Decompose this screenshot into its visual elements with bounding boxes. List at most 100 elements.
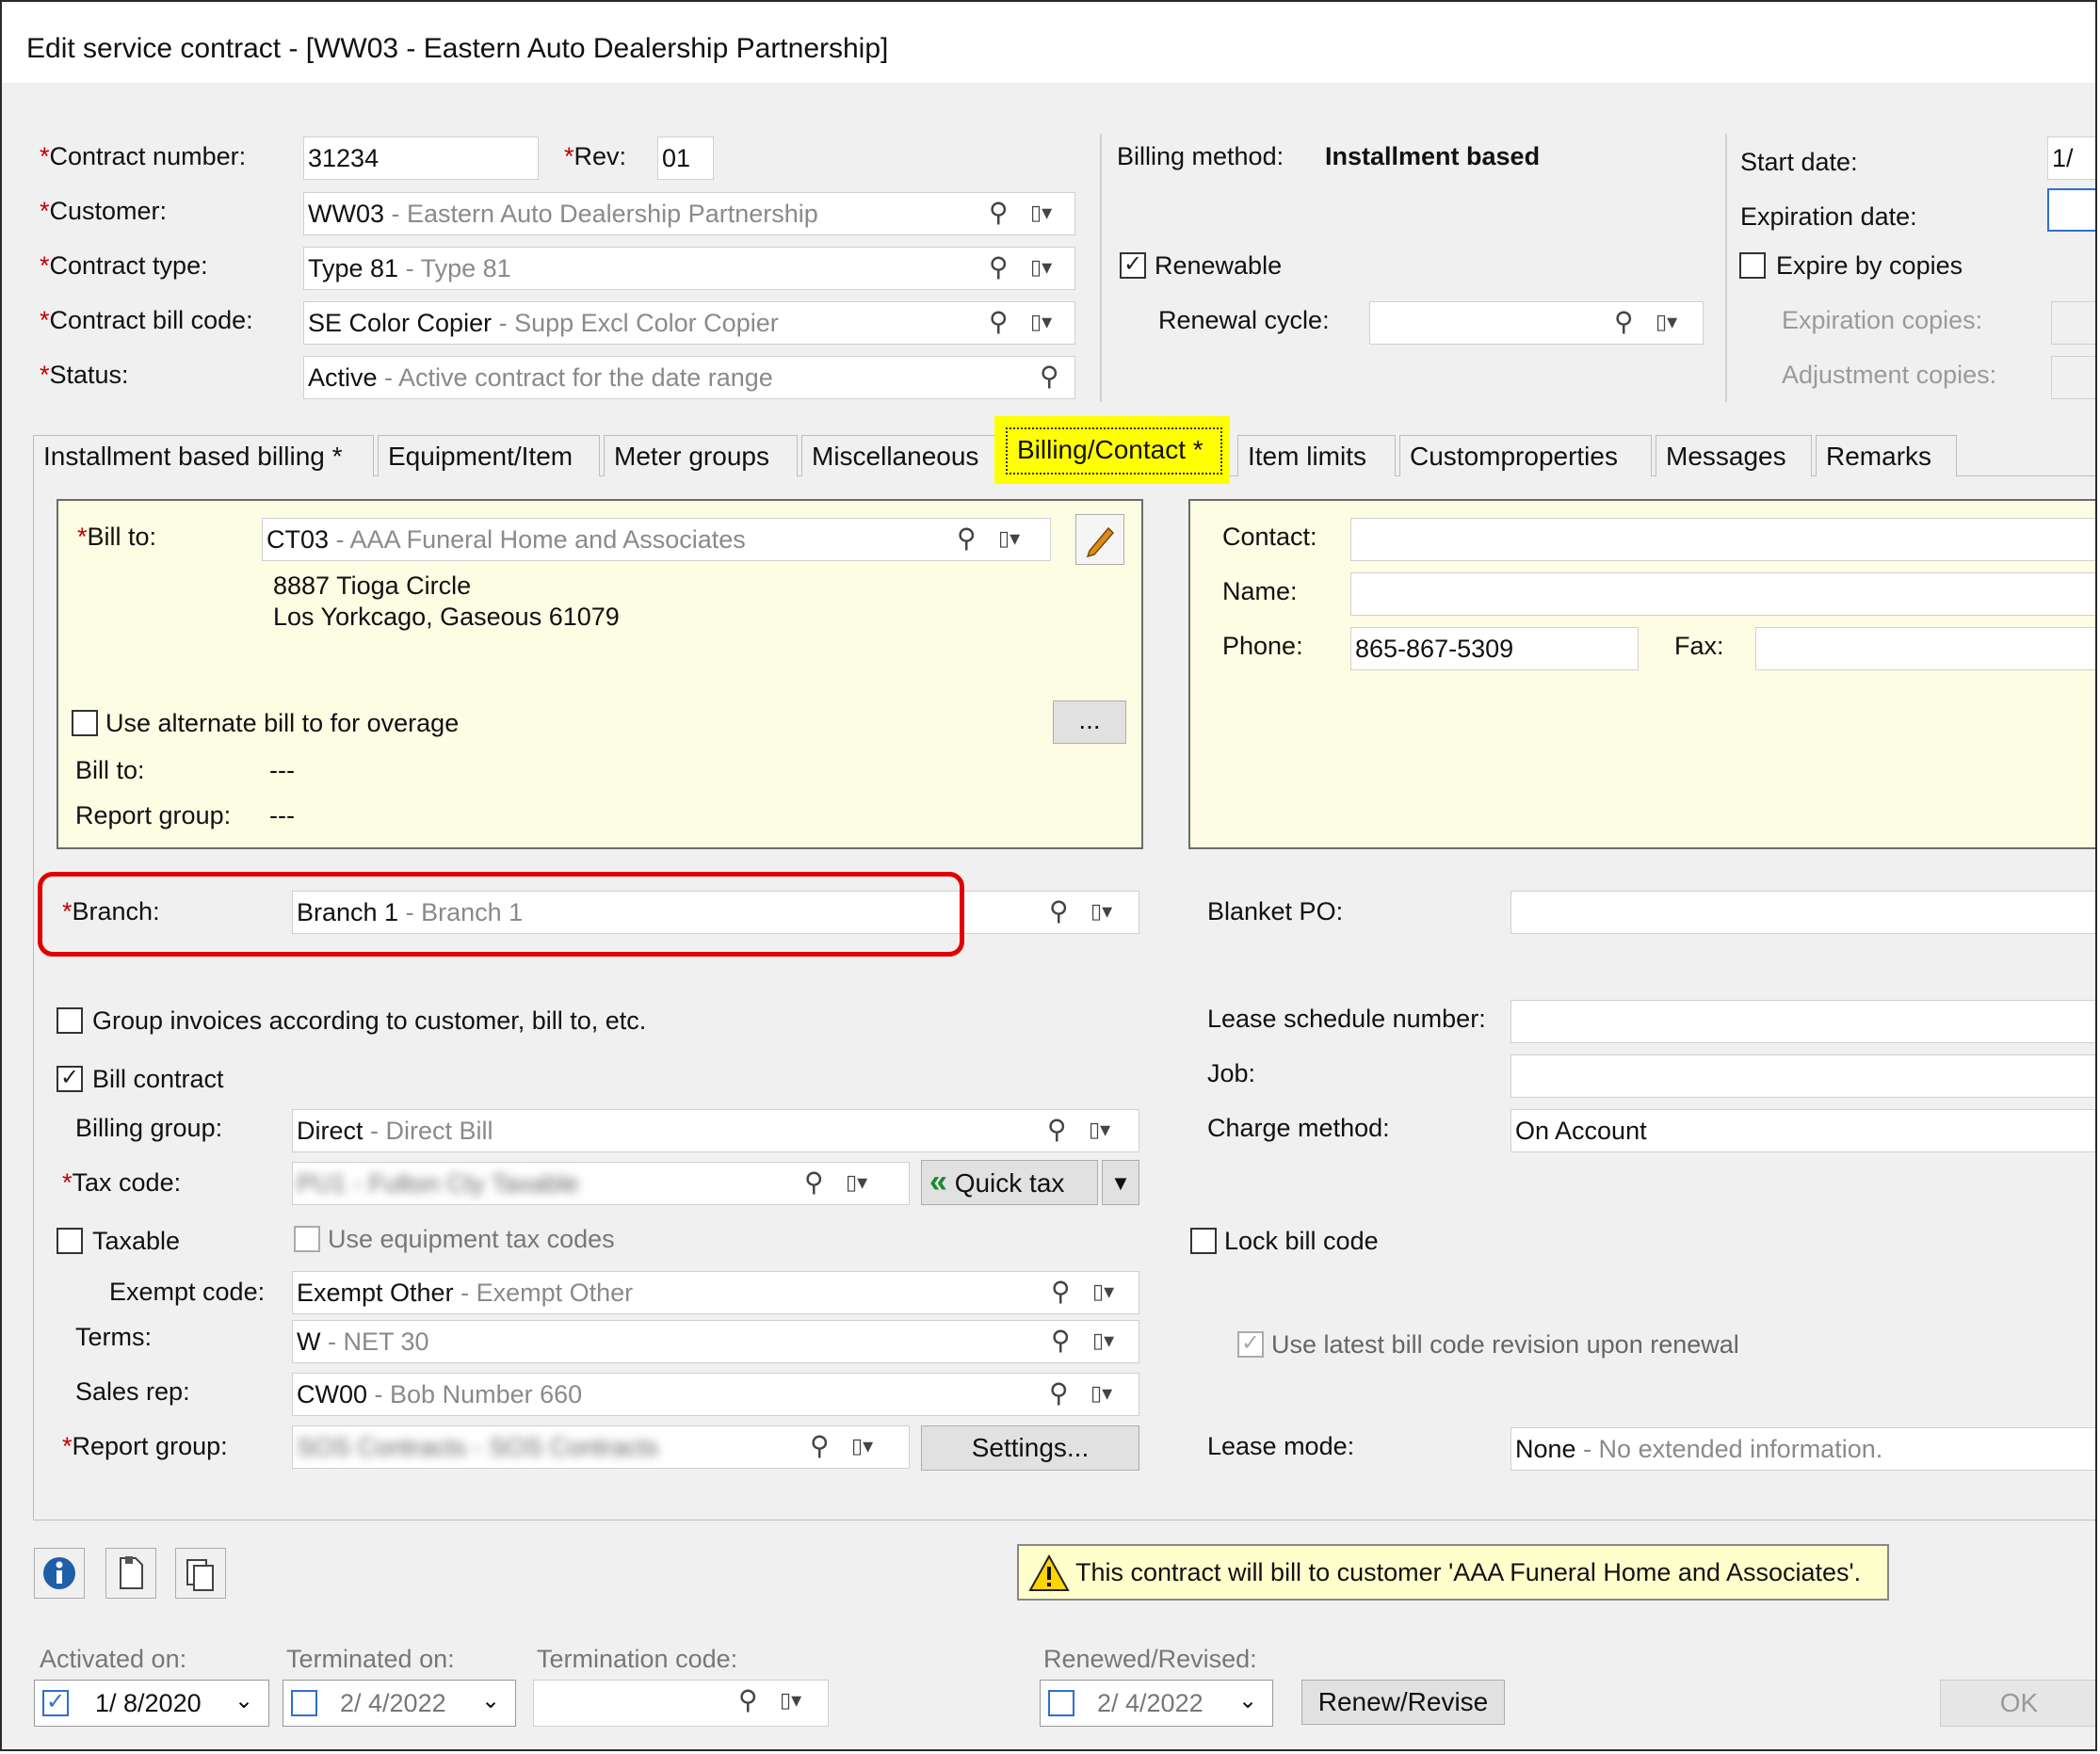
expiration-copies-input[interactable] <box>2051 301 2095 345</box>
ok-button[interactable]: OK <box>1940 1680 2095 1727</box>
document-button[interactable] <box>105 1548 156 1599</box>
contract-type-field[interactable]: Type 81 - Type 81 <box>303 247 1075 290</box>
caret-down-icon: ▼ <box>1110 1171 1131 1195</box>
contact-input[interactable] <box>1350 518 2095 561</box>
lock-bill-code-checkbox[interactable] <box>1190 1228 1217 1254</box>
contract-type-label: *Contract type: <box>40 251 208 280</box>
renewal-cycle-search-icon[interactable]: ⚲ <box>1614 303 1634 341</box>
exempt-code-flag-dropdown-icon[interactable]: ▯▾ <box>1092 1273 1114 1311</box>
renewal-cycle-field[interactable] <box>1369 301 1704 345</box>
billing-group-field[interactable]: Direct - Direct Bill <box>292 1109 1139 1152</box>
name-input[interactable] <box>1350 572 2095 616</box>
tax-code-flag-dropdown-icon[interactable]: ▯▾ <box>846 1164 867 1201</box>
tab-miscellaneous[interactable]: Miscellaneous <box>801 435 999 476</box>
tab-meter-groups[interactable]: Meter groups <box>604 435 798 476</box>
bill-to-flag-dropdown-icon[interactable]: ▯▾ <box>998 520 1020 557</box>
warning-icon <box>1028 1553 1070 1591</box>
customer-search-icon[interactable]: ⚲ <box>989 194 1009 232</box>
activated-on-date-picker[interactable]: ✓ 1/ 8/2020 ⌄ <box>34 1680 269 1727</box>
tab-item-limits[interactable]: Item limits <box>1237 435 1396 476</box>
exempt-code-field[interactable]: Exempt Other - Exempt Other <box>292 1271 1139 1314</box>
exempt-code-search-icon[interactable]: ⚲ <box>1051 1273 1071 1311</box>
billing-group-search-icon[interactable]: ⚲ <box>1047 1111 1067 1149</box>
quick-tax-button[interactable]: « Quick tax <box>921 1160 1098 1205</box>
tab-installment-based-billing[interactable]: Installment based billing * <box>33 435 374 476</box>
report-group-search-icon[interactable]: ⚲ <box>810 1427 830 1465</box>
terms-flag-dropdown-icon[interactable]: ▯▾ <box>1092 1322 1114 1360</box>
renewed-revised-date-picker[interactable]: 2/ 4/2022 ⌄ <box>1040 1680 1273 1727</box>
bill-to-field[interactable]: CT03 - AAA Funeral Home and Associates <box>262 518 1051 561</box>
termination-code-search-icon[interactable]: ⚲ <box>738 1682 758 1719</box>
renewable-checkbox[interactable]: ✓ <box>1120 252 1146 279</box>
fax-input[interactable] <box>1755 627 2095 670</box>
contract-bill-code-field[interactable]: SE Color Copier - Supp Excl Color Copier <box>303 301 1075 345</box>
chevron-down-icon[interactable]: ⌄ <box>1238 1681 1257 1722</box>
tab-remarks[interactable]: Remarks <box>1816 435 1957 476</box>
edit-bill-to-button[interactable] <box>1075 514 1124 565</box>
status-search-icon[interactable]: ⚲ <box>1040 358 1059 395</box>
bill-contract-checkbox[interactable]: ✓ <box>57 1066 83 1092</box>
contract-bill-code-search-icon[interactable]: ⚲ <box>989 303 1009 341</box>
contract-type-flag-dropdown-icon[interactable]: ▯▾ <box>1030 249 1052 286</box>
contract-number-input[interactable]: 31234 <box>303 137 539 180</box>
quick-tax-dropdown-button[interactable]: ▼ <box>1102 1160 1139 1205</box>
info-button[interactable] <box>34 1548 85 1599</box>
expire-by-copies-checkbox[interactable] <box>1739 252 1766 279</box>
copy-icon <box>186 1559 214 1591</box>
use-latest-bill-code-checkbox[interactable]: ✓ <box>1237 1331 1264 1358</box>
expiration-date-input[interactable] <box>2047 188 2095 232</box>
group-invoices-checkbox[interactable] <box>57 1007 83 1034</box>
use-alternate-bill-to-checkbox[interactable] <box>72 710 98 736</box>
renew-revise-button[interactable]: Renew/Revise <box>1301 1680 1505 1725</box>
terms-field[interactable]: W - NET 30 <box>292 1320 1139 1363</box>
bill-to-address-line2: Los Yorkcago, Gaseous 61079 <box>273 603 620 631</box>
bill-to-search-icon[interactable]: ⚲ <box>957 520 977 557</box>
adjustment-copies-input[interactable] <box>2051 356 2095 399</box>
chevron-down-icon[interactable]: ⌄ <box>481 1681 500 1722</box>
lease-mode-label: Lease mode: <box>1207 1432 1355 1460</box>
activated-on-checkbox[interactable]: ✓ <box>42 1690 69 1716</box>
chevron-down-icon[interactable]: ⌄ <box>234 1681 253 1722</box>
fax-label: Fax: <box>1674 632 1724 660</box>
job-label: Job: <box>1207 1059 1256 1087</box>
alternate-bill-to-ellipsis-button[interactable]: ... <box>1053 700 1126 744</box>
customer-flag-dropdown-icon[interactable]: ▯▾ <box>1030 194 1052 232</box>
expiration-copies-label: Expiration copies: <box>1782 306 1983 334</box>
taxable-checkbox[interactable] <box>57 1228 83 1254</box>
billing-group-flag-dropdown-icon[interactable]: ▯▾ <box>1089 1111 1110 1149</box>
tab-billing-contact[interactable]: Billing/Contact * <box>1006 427 1222 475</box>
terms-search-icon[interactable]: ⚲ <box>1051 1322 1071 1360</box>
alternate-bill-to-label: Bill to: <box>75 756 145 784</box>
customer-field[interactable]: WW03 - Eastern Auto Dealership Partnersh… <box>303 192 1075 235</box>
sales-rep-flag-dropdown-icon[interactable]: ▯▾ <box>1090 1375 1112 1412</box>
tab-equipment-item[interactable]: Equipment/Item <box>378 435 600 476</box>
terminated-on-date-picker[interactable]: 2/ 4/2022 ⌄ <box>283 1680 516 1727</box>
blanket-po-input[interactable] <box>1510 891 2095 934</box>
rev-input[interactable]: 01 <box>657 137 714 180</box>
branch-flag-dropdown-icon[interactable]: ▯▾ <box>1090 893 1112 930</box>
termination-code-flag-dropdown-icon[interactable]: ▯▾ <box>780 1682 801 1719</box>
charge-method-select[interactable]: On Account <box>1510 1109 2095 1152</box>
tab-customproperties[interactable]: Customproperties <box>1399 435 1652 476</box>
lease-schedule-number-input[interactable] <box>1510 1000 2095 1043</box>
use-equipment-tax-codes-checkbox[interactable] <box>294 1226 320 1252</box>
tab-messages[interactable]: Messages <box>1656 435 1812 476</box>
lease-mode-field[interactable]: None - No extended information. <box>1510 1427 2095 1471</box>
tax-code-search-icon[interactable]: ⚲ <box>804 1164 824 1201</box>
renewed-revised-checkbox[interactable] <box>1048 1690 1074 1716</box>
job-input[interactable] <box>1510 1054 2095 1098</box>
branch-search-icon[interactable]: ⚲ <box>1049 893 1069 930</box>
contract-bill-code-flag-dropdown-icon[interactable]: ▯▾ <box>1030 303 1052 341</box>
settings-button[interactable]: Settings... <box>921 1425 1139 1471</box>
copy-button[interactable] <box>175 1548 226 1599</box>
renewal-cycle-flag-dropdown-icon[interactable]: ▯▾ <box>1656 303 1677 341</box>
report-group-flag-dropdown-icon[interactable]: ▯▾ <box>851 1427 873 1465</box>
terminated-on-checkbox[interactable] <box>291 1690 317 1716</box>
start-date-input[interactable]: 1/ <box>2047 137 2095 180</box>
phone-input[interactable]: 865-867-5309 <box>1350 627 1639 670</box>
contract-type-search-icon[interactable]: ⚲ <box>989 249 1009 286</box>
status-field[interactable]: Active - Active contract for the date ra… <box>303 356 1075 399</box>
sales-rep-field[interactable]: CW00 - Bob Number 660 <box>292 1373 1139 1416</box>
bill-to-address-line1: 8887 Tioga Circle <box>273 571 472 600</box>
sales-rep-search-icon[interactable]: ⚲ <box>1049 1375 1069 1412</box>
